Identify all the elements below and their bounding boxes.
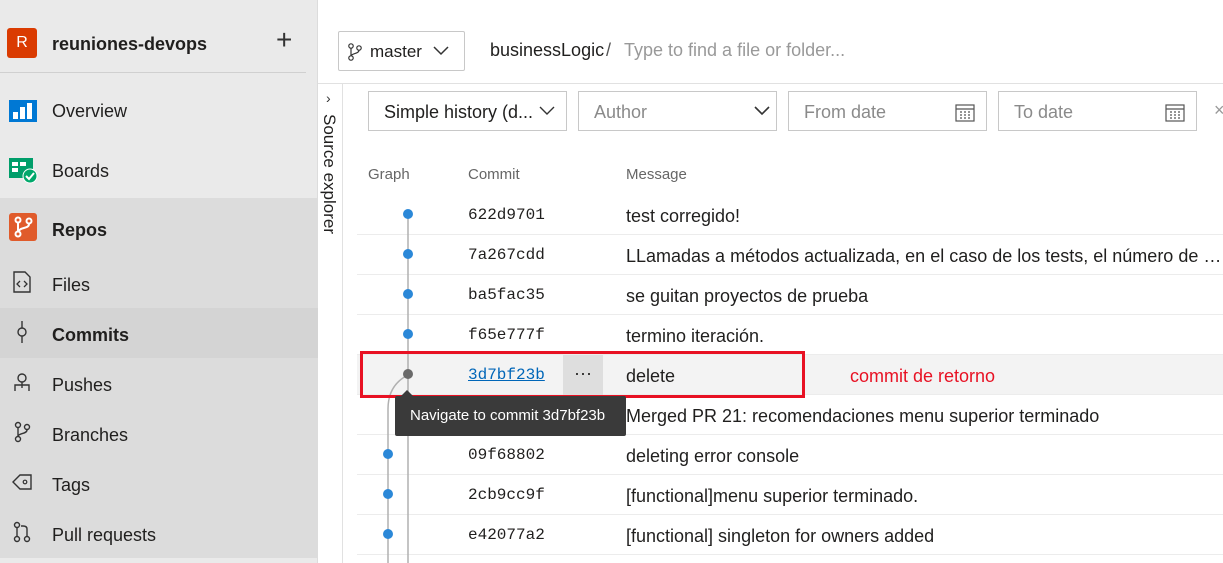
commit-message: termino iteración. [626, 326, 765, 346]
highlight-box [360, 351, 805, 398]
commit-hash[interactable]: 2cb9cc9f [468, 486, 545, 504]
history-mode-dropdown[interactable]: Simple history (d... [368, 91, 567, 131]
sidebar-item-label: Branches [52, 425, 129, 445]
commit-hash[interactable]: 7a267cdd [468, 246, 545, 264]
branch-name: master [370, 42, 422, 61]
column-header-message: Message [626, 166, 687, 183]
source-explorer-label: Source explorer [320, 114, 339, 235]
project-name[interactable]: reuniones-devops [52, 34, 207, 55]
sidebar-item-files[interactable]: Files [0, 258, 318, 308]
sidebar-item-repos[interactable]: Repos [0, 198, 318, 258]
sidebar-item-branches[interactable]: Branches [0, 408, 318, 458]
boards-icon [9, 158, 38, 184]
tag-icon [12, 474, 32, 490]
repos-icon [9, 213, 37, 241]
branch-icon [348, 43, 362, 61]
chevron-right-icon: › [326, 90, 331, 106]
project-avatar: R [7, 28, 37, 58]
commit-hash[interactable]: ba5fac35 [468, 286, 545, 304]
annotation-label: commit de retorno [850, 366, 996, 386]
commit-node [403, 329, 413, 339]
branch-icon [14, 421, 31, 443]
path-toolbar: master businessLogic / Type to find a fi… [318, 12, 1223, 84]
sidebar-item-label: Files [52, 275, 91, 295]
commit-message: test corregido! [626, 206, 741, 226]
table-row[interactable]: 2cb9cc9f [functional]menu superior termi… [357, 475, 1223, 515]
commit-node [403, 209, 413, 219]
column-header-graph: Graph [368, 166, 410, 183]
commit-hash[interactable]: 622d9701 [468, 206, 545, 224]
source-explorer-toggle[interactable]: › Source explorer [318, 84, 343, 563]
commit-icon [17, 321, 27, 343]
overview-icon [9, 100, 37, 122]
sidebar-item-boards[interactable]: Boards [0, 144, 318, 194]
table-row[interactable]: ba5fac35 se guitan proyectos de prueba [357, 275, 1223, 315]
path-breadcrumb[interactable]: businessLogic [490, 40, 604, 61]
sidebar-item-tags[interactable]: Tags [0, 458, 318, 508]
commit-node [383, 489, 393, 499]
chevron-down-icon [754, 106, 770, 116]
column-header-commit: Commit [468, 166, 520, 183]
sidebar-item-pull-requests[interactable]: Pull requests [0, 508, 318, 558]
path-search-input[interactable]: Type to find a file or folder... [624, 40, 845, 61]
commit-message: [functional]menu superior terminado. [626, 486, 919, 506]
sidebar-item-label: Pull requests [52, 525, 157, 545]
pull-request-icon [13, 521, 31, 543]
sidebar-item-label: Commits [52, 325, 130, 345]
push-icon [14, 373, 30, 391]
commit-message: [functional] singleton for owners added [626, 526, 935, 546]
path-separator: / [606, 40, 612, 60]
sidebar-item-commits[interactable]: Commits [0, 308, 318, 358]
divider [0, 72, 306, 73]
commit-message: LLamadas a métodos actualizada, en el ca… [626, 246, 1223, 266]
commit-node [403, 249, 413, 259]
to-date-field[interactable]: To date [998, 91, 1197, 131]
chevron-down-icon [433, 46, 449, 56]
commit-hash[interactable]: e42077a2 [468, 526, 545, 544]
from-date-field[interactable]: From date [788, 91, 987, 131]
author-placeholder: Author [594, 102, 648, 122]
sidebar: R reuniones-devops + Overview Boards Rep… [0, 0, 318, 563]
sidebar-item-label: Pushes [52, 375, 113, 395]
commit-message: Merged PR 21: recomendaciones menu super… [626, 406, 1100, 426]
table-row[interactable]: 09f68802 deleting error console [357, 435, 1223, 475]
commit-node [383, 529, 393, 539]
to-date-placeholder: To date [1014, 102, 1074, 122]
file-code-icon [13, 271, 31, 293]
sidebar-item-label: Overview [52, 101, 128, 121]
commit-message: deleting error console [626, 446, 800, 466]
clear-filters-icon[interactable]: × [1214, 100, 1223, 121]
branch-selector[interactable]: master [338, 31, 465, 71]
project-header[interactable]: R reuniones-devops + [0, 14, 318, 72]
chevron-down-icon [539, 106, 555, 115]
sidebar-item-overview[interactable]: Overview [0, 84, 318, 134]
table-row[interactable]: 7a267cdd LLamadas a métodos actualizada,… [357, 235, 1223, 275]
commit-node [383, 449, 393, 459]
tooltip: Navigate to commit 3d7bf23b [395, 390, 626, 436]
add-icon[interactable]: + [276, 26, 292, 54]
sidebar-item-label: Tags [52, 475, 91, 495]
sidebar-item-pushes[interactable]: Pushes [0, 358, 318, 408]
table-row[interactable]: e42077a2 [functional] singleton for owne… [357, 515, 1223, 555]
calendar-icon[interactable] [1165, 102, 1185, 122]
author-dropdown[interactable]: Author [578, 91, 777, 131]
commit-node [403, 289, 413, 299]
commit-hash[interactable]: f65e777f [468, 326, 545, 344]
calendar-icon[interactable] [955, 102, 975, 122]
history-mode-value: Simple history (d... [384, 102, 534, 122]
sidebar-item-label: Boards [52, 161, 110, 181]
table-row[interactable]: f65e777f termino iteración. [357, 315, 1223, 355]
commit-hash[interactable]: 09f68802 [468, 446, 545, 464]
commit-message: se guitan proyectos de prueba [626, 286, 869, 306]
table-row[interactable]: 622d9701 test corregido! [357, 195, 1223, 235]
sidebar-item-label: Repos [52, 220, 108, 240]
from-date-placeholder: From date [804, 102, 887, 122]
